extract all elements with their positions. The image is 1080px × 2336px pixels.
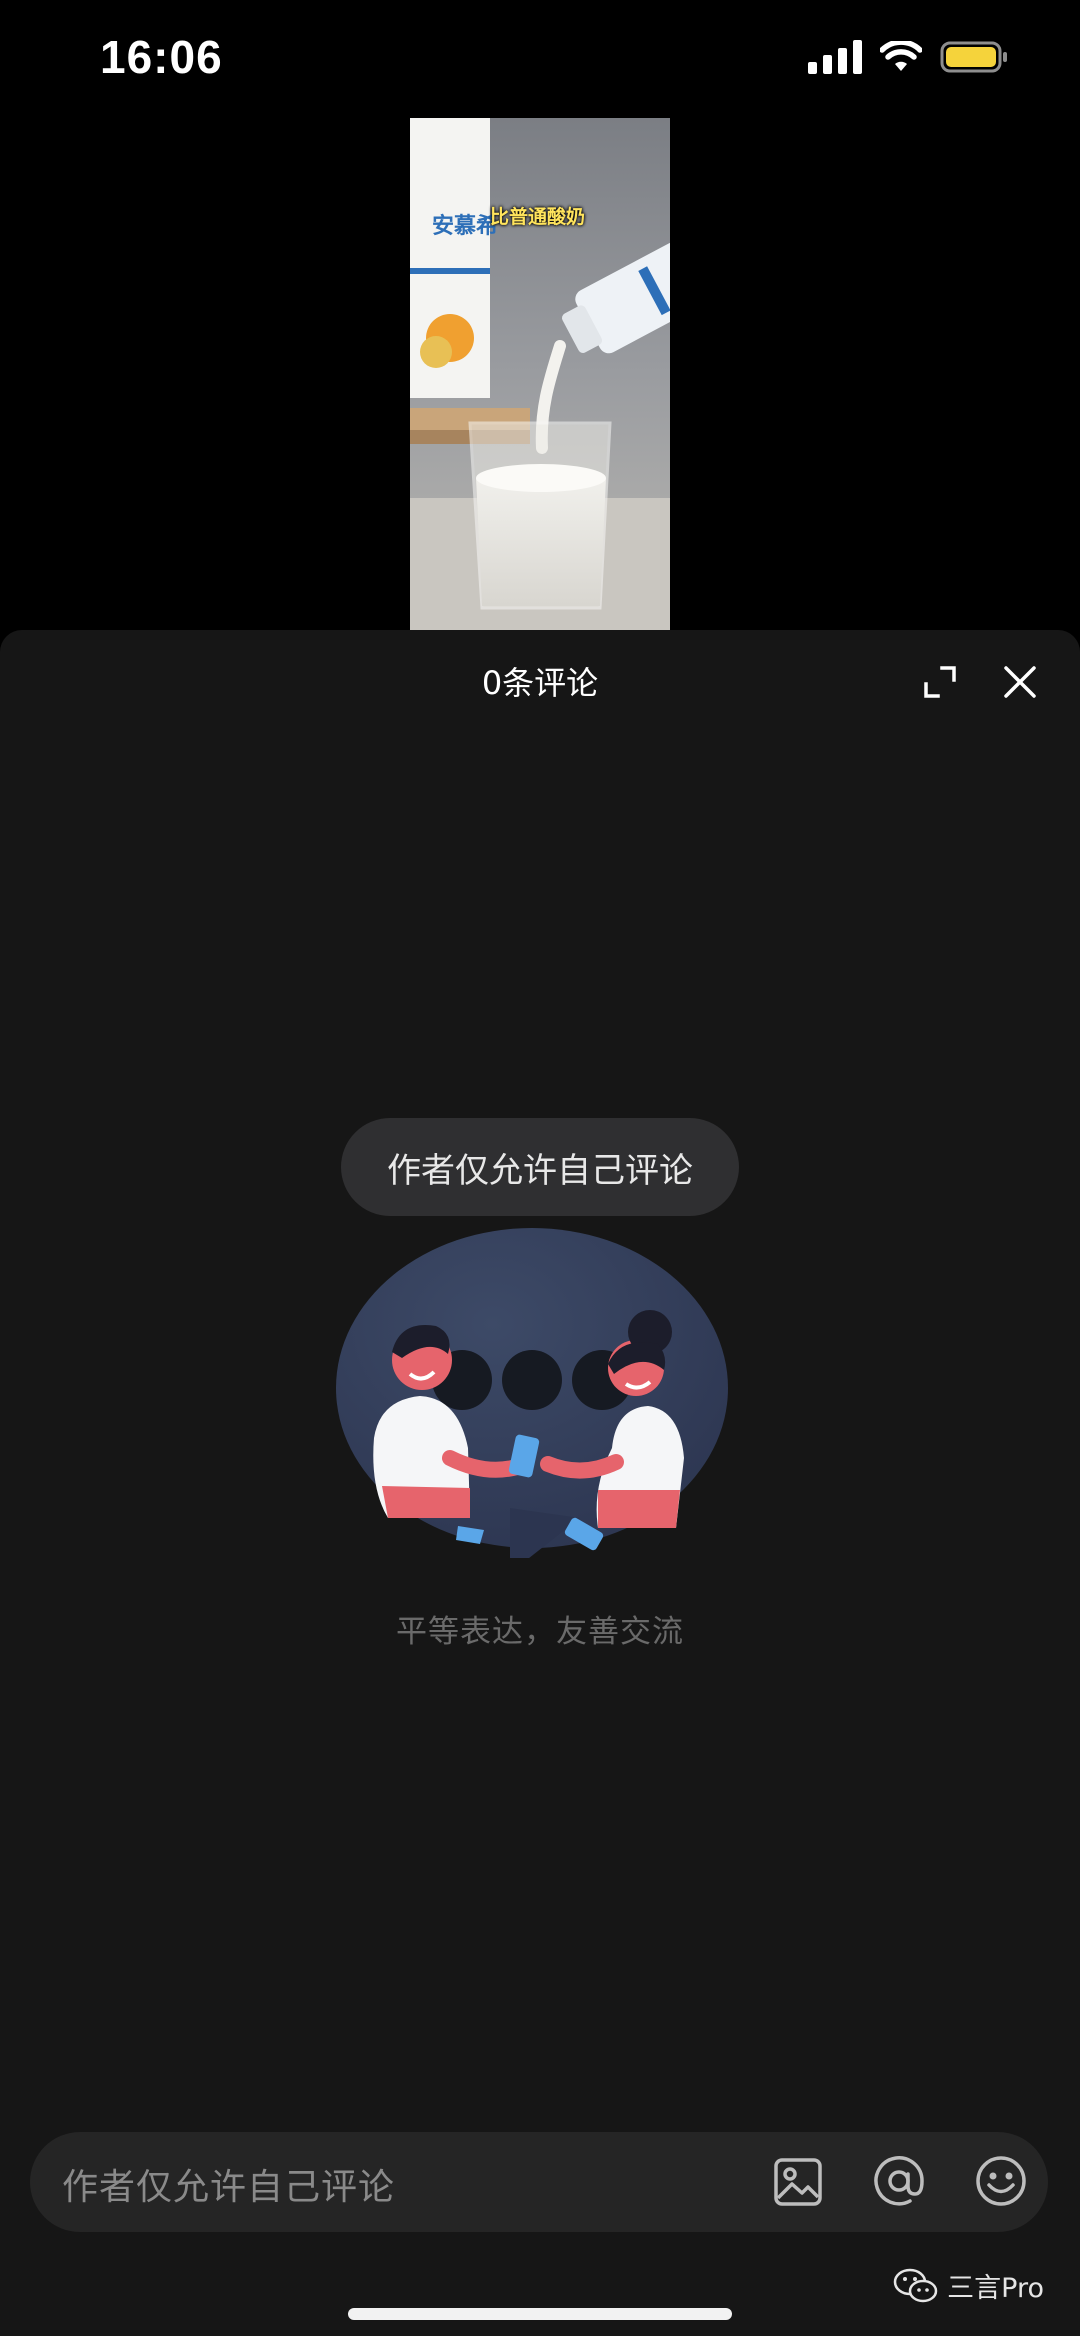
bottom-area: 三言Pro xyxy=(0,2232,1080,2336)
status-bar: 16:06 xyxy=(0,0,1080,118)
video-brand-label: 安慕希 xyxy=(432,214,499,239)
image-icon xyxy=(774,2158,822,2206)
close-button[interactable] xyxy=(998,660,1042,704)
wifi-icon xyxy=(880,41,922,71)
comment-input[interactable]: 作者仅允许自己评论 xyxy=(30,2132,1048,2232)
empty-comments-illustration xyxy=(336,1228,728,1558)
at-icon xyxy=(874,2156,924,2206)
watermark: 三言Pro xyxy=(893,2266,1044,2305)
comment-restriction-notice: 作者仅允许自己评论 xyxy=(341,1118,739,1216)
video-preview[interactable]: 安慕希 比普通酸奶 xyxy=(410,118,670,630)
battery-icon xyxy=(940,41,1007,73)
mention-button[interactable] xyxy=(872,2154,926,2208)
comment-input-bar: 作者仅允许自己评论 xyxy=(0,2108,1080,2232)
expand-icon xyxy=(924,666,956,698)
emoji-button[interactable] xyxy=(974,2154,1028,2208)
close-icon xyxy=(1004,666,1036,698)
video-frame-image xyxy=(410,118,670,630)
comment-input-placeholder: 作者仅允许自己评论 xyxy=(62,2167,396,2208)
video-caption: 比普通酸奶 xyxy=(490,206,586,228)
emoji-icon xyxy=(976,2156,1026,2206)
expand-button[interactable] xyxy=(918,660,962,704)
comment-sheet: 0条评论 作者仅允许自己评论 平等表达，友善交流 xyxy=(0,630,1080,2336)
status-time: 16:06 xyxy=(100,31,223,83)
status-indicators xyxy=(808,40,1010,74)
empty-comments-caption: 平等表达，友善交流 xyxy=(396,1614,684,1650)
cellular-signal-icon xyxy=(808,40,862,74)
wechat-icon xyxy=(893,2268,938,2302)
home-indicator[interactable] xyxy=(348,2308,732,2320)
image-button[interactable] xyxy=(772,2156,824,2208)
watermark-text: 三言Pro xyxy=(947,2273,1044,2304)
